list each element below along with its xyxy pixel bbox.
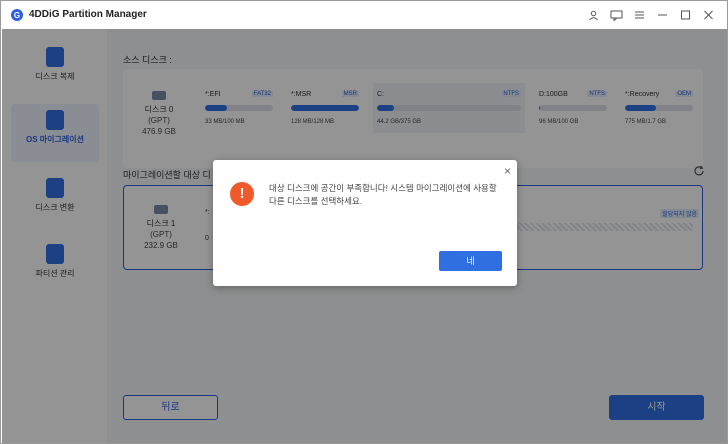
app-window: G 4DDiG Partition Manager 디스크 복제 OS 마이그레… <box>0 0 728 444</box>
ok-button[interactable]: 네 <box>439 251 502 271</box>
app-title: 4DDiG Partition Manager <box>29 9 147 20</box>
app-logo-icon: G <box>11 9 23 21</box>
menu-icon[interactable] <box>628 6 650 24</box>
insufficient-space-dialog: ! × 대상 디스크에 공간이 부족합니다! 시스템 마이그레이션에 사용할 다… <box>213 160 517 286</box>
window-close-icon[interactable] <box>697 6 719 24</box>
user-icon[interactable] <box>582 6 604 24</box>
warning-icon: ! <box>230 182 254 206</box>
minimize-icon[interactable] <box>651 6 673 24</box>
close-icon[interactable]: × <box>504 164 511 178</box>
maximize-icon[interactable] <box>674 6 696 24</box>
title-bar: G 4DDiG Partition Manager <box>1 1 727 29</box>
feedback-icon[interactable] <box>605 6 627 24</box>
dialog-message: 대상 디스크에 공간이 부족합니다! 시스템 마이그레이션에 사용할 다른 디스… <box>269 183 497 206</box>
